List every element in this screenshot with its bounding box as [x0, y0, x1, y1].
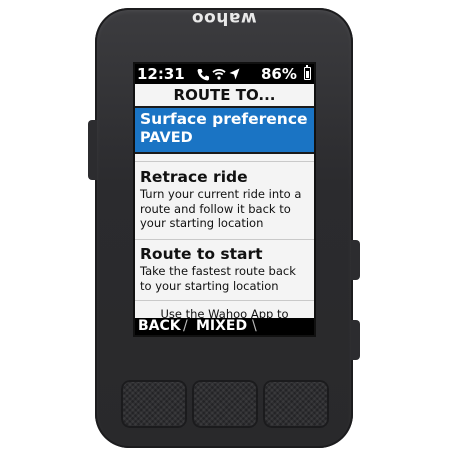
mixed-softkey[interactable]: MIXED: [196, 318, 247, 335]
softkey-separator: \: [252, 318, 257, 334]
menu-item-retrace-ride[interactable]: Retrace ride Turn your current ride into…: [135, 166, 314, 233]
left-side-button[interactable]: [88, 120, 97, 180]
menu-item-title: Surface preference: [140, 110, 308, 128]
bottom-right-hardware-button[interactable]: [263, 380, 329, 428]
menu-item-value: PAVED: [140, 130, 193, 146]
menu-item-surface-preference[interactable]: Surface preference PAVED: [135, 106, 314, 154]
status-icons: [197, 64, 240, 84]
battery-percentage: 86%: [261, 65, 297, 83]
bottom-center-hardware-button[interactable]: [192, 380, 258, 428]
menu-divider: [135, 300, 314, 301]
brand-logo: wahoo: [191, 8, 257, 28]
menu-item-title: Route to start: [140, 245, 263, 263]
soft-key-bar: BACK / MIXED \: [135, 318, 314, 335]
device-screen: 12:31 86% ROUTE TO... Surface preference: [133, 62, 316, 337]
phone-icon: [197, 68, 209, 80]
status-bar: 12:31 86%: [135, 64, 314, 84]
softkey-separator: /: [183, 318, 188, 334]
menu-item-description: Take the fastest route back to your star…: [140, 264, 296, 293]
bottom-left-hardware-button[interactable]: [121, 380, 187, 428]
menu-item-route-to-start[interactable]: Route to start Take the fastest route ba…: [135, 243, 314, 295]
right-side-button-lower[interactable]: [351, 320, 360, 360]
battery-icon: [304, 65, 311, 80]
status-time: 12:31: [137, 65, 185, 83]
menu-divider: [135, 161, 314, 162]
right-side-button-upper[interactable]: [351, 240, 360, 280]
menu-divider: [135, 239, 314, 240]
stage: wahoo 12:31 86% ROUTE TO... Surface pref…: [0, 0, 450, 450]
menu-title: ROUTE TO...: [173, 86, 276, 104]
wifi-icon: [212, 69, 226, 80]
back-softkey[interactable]: BACK: [138, 318, 181, 335]
location-arrow-icon: [229, 68, 240, 80]
menu-item-title: Retrace ride: [140, 168, 248, 186]
menu-item-description: Turn your current ride into a route and …: [140, 187, 302, 230]
